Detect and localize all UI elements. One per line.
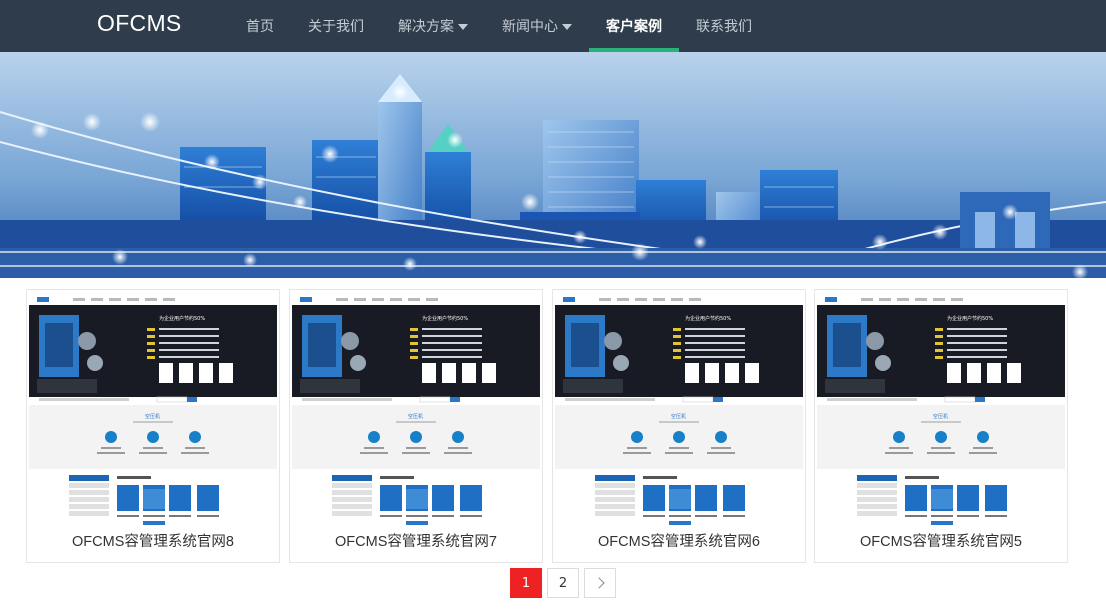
case-card[interactable]: 为企业用户节约50% 空压机 OFCMS容管理系统官网: [26, 289, 280, 563]
case-title[interactable]: OFCMS容管理系统官网8: [27, 530, 279, 551]
case-title[interactable]: OFCMS容管理系统官网7: [290, 530, 542, 551]
case-card[interactable]: 为企业用户节约50% 空压机 OFCMS容管理系统官网: [552, 289, 806, 563]
svg-text:空压机: 空压机: [408, 413, 423, 420]
svg-text:空压机: 空压机: [145, 413, 160, 420]
case-thumbnail[interactable]: 为企业用户节约50% 空压机: [555, 293, 803, 525]
svg-text:空压机: 空压机: [671, 413, 686, 420]
nav-home[interactable]: 首页: [229, 0, 291, 52]
caret-down-icon: [562, 24, 572, 30]
case-grid: 为企业用户节约50% 空压机 OFCMS容管理系统官网8 为企业用户节约50% …: [26, 289, 1068, 563]
main-nav: 首页 关于我们 解决方案 新闻中心 客户案例 联系我们: [229, 0, 769, 52]
case-thumbnail[interactable]: 为企业用户节约50% 空压机: [292, 293, 540, 525]
nav-label: 首页: [246, 19, 274, 35]
nav-label: 解决方案: [398, 19, 454, 35]
top-navbar: OFCMS 首页 关于我们 解决方案 新闻中心 客户案例 联系我们: [0, 0, 1106, 52]
nav-label: 关于我们: [308, 19, 364, 35]
website-screenshot-image: 为企业用户节约50% 空压机: [292, 293, 540, 525]
nav-news[interactable]: 新闻中心: [485, 0, 589, 52]
nav-cases[interactable]: 客户案例: [589, 0, 679, 52]
svg-text:为企业用户节约50%: 为企业用户节约50%: [159, 315, 205, 322]
page-button-1[interactable]: 1: [510, 568, 542, 598]
case-card[interactable]: 为企业用户节约50% 空压机 OFCMS容管理系统官网: [289, 289, 543, 563]
case-thumbnail[interactable]: 为企业用户节约50% 空压机: [817, 293, 1065, 525]
caret-down-icon: [458, 24, 468, 30]
next-page-button[interactable]: [584, 568, 616, 598]
nav-label: 联系我们: [696, 19, 752, 35]
page-button-2[interactable]: 2: [547, 568, 579, 598]
brand-logo[interactable]: OFCMS: [97, 10, 182, 37]
svg-text:为企业用户节约50%: 为企业用户节约50%: [422, 315, 468, 322]
pagination: 1 2: [510, 568, 616, 598]
nav-contact[interactable]: 联系我们: [679, 0, 769, 52]
svg-text:空压机: 空压机: [933, 413, 948, 420]
svg-text:为企业用户节约50%: 为企业用户节约50%: [685, 315, 731, 322]
case-title[interactable]: OFCMS容管理系统官网6: [553, 530, 805, 551]
website-screenshot-image: 为企业用户节约50% 空压机: [817, 293, 1065, 525]
chevron-right-icon: [592, 577, 605, 589]
nav-label: 客户案例: [606, 19, 662, 35]
svg-text:为企业用户节约50%: 为企业用户节约50%: [947, 315, 993, 322]
nav-about[interactable]: 关于我们: [291, 0, 381, 52]
case-thumbnail[interactable]: 为企业用户节约50% 空压机: [29, 293, 277, 525]
nav-solutions[interactable]: 解决方案: [381, 0, 485, 52]
nav-label: 新闻中心: [502, 19, 558, 35]
city-skyline-image: [0, 52, 1106, 278]
case-title[interactable]: OFCMS容管理系统官网5: [815, 530, 1067, 551]
website-screenshot-image: 为企业用户节约50% 空压机: [555, 293, 803, 525]
case-card[interactable]: 为企业用户节约50% 空压机 OFCMS容管理系统官网: [814, 289, 1068, 563]
hero-banner: [0, 52, 1106, 278]
website-screenshot-image: 为企业用户节约50% 空压机: [29, 293, 277, 525]
